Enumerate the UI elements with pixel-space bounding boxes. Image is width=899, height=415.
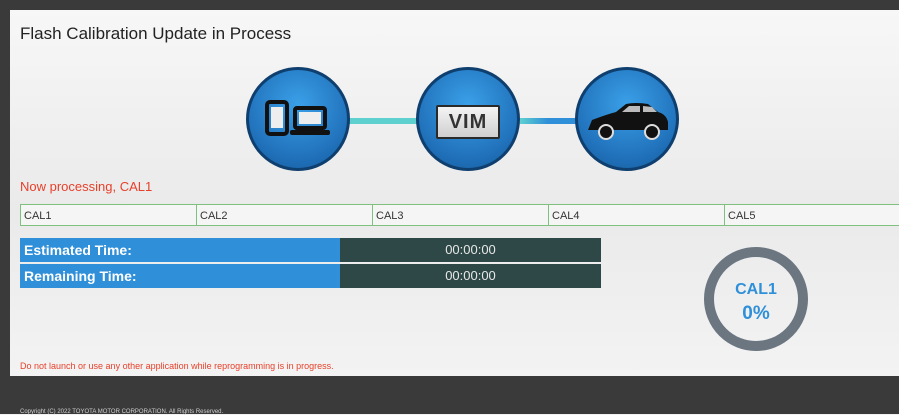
time-table: Estimated Time: 00:00:00 Remaining Time:… — [20, 238, 601, 288]
copyright-text: Copyright (C) 2022 TOYOTA MOTOR CORPORAT… — [20, 409, 224, 415]
device-node — [246, 67, 350, 171]
processing-status: Now processing, CAL1 — [20, 179, 153, 194]
vim-label: VIM — [436, 105, 500, 139]
cal-item-5: CAL5 — [724, 204, 899, 226]
vehicle-node — [575, 67, 679, 171]
remaining-time-label: Remaining Time: — [20, 264, 340, 288]
page-title: Flash Calibration Update in Process — [20, 24, 292, 43]
cal-item-3: CAL3 — [372, 204, 549, 226]
car-icon — [588, 103, 668, 140]
remaining-time-value: 00:00:00 — [340, 264, 601, 288]
warning-message: Do not launch or use any other applicati… — [20, 361, 334, 371]
vim-node: VIM — [416, 67, 520, 171]
cal-item-1: CAL1 — [20, 204, 197, 226]
progress-ring: CAL1 0% — [704, 247, 808, 351]
cal-item-2: CAL2 — [196, 204, 373, 226]
estimated-time-label: Estimated Time: — [20, 238, 340, 262]
main-panel: Flash Calibration Update in Process VIM … — [10, 10, 899, 376]
remaining-time-row: Remaining Time: 00:00:00 — [20, 264, 601, 288]
tablet-laptop-icon — [265, 100, 330, 136]
top-bar — [0, 0, 899, 10]
progress-cal-label: CAL1 — [735, 281, 777, 298]
progress-percent: 0% — [742, 303, 770, 324]
bottom-bar: Copyright (C) 2022 TOYOTA MOTOR CORPORAT… — [0, 376, 899, 415]
cal-item-4: CAL4 — [548, 204, 725, 226]
estimated-time-value: 00:00:00 — [340, 238, 601, 262]
left-bar — [0, 10, 10, 376]
estimated-time-row: Estimated Time: 00:00:00 — [20, 238, 601, 262]
calibration-list: CAL1 CAL2 CAL3 CAL4 CAL5 — [20, 204, 899, 228]
connector-device-vim — [340, 118, 420, 124]
